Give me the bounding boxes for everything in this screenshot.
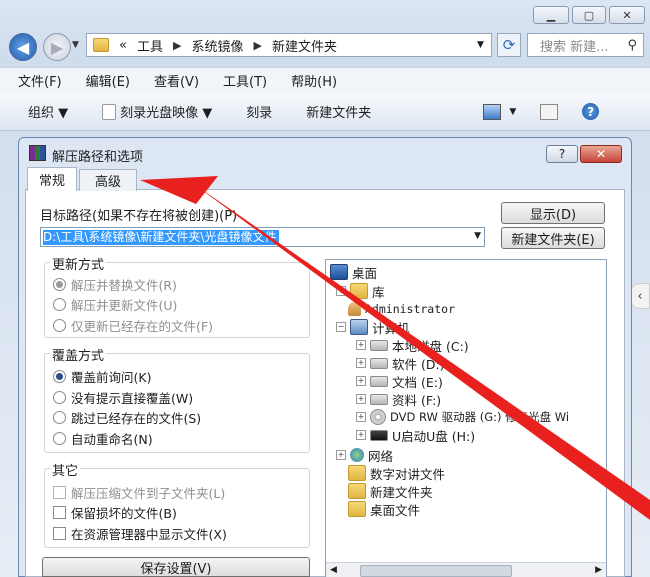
annotation-arrow	[140, 176, 650, 520]
arrow-head-icon	[140, 176, 218, 204]
arrow-shaft	[194, 184, 650, 520]
